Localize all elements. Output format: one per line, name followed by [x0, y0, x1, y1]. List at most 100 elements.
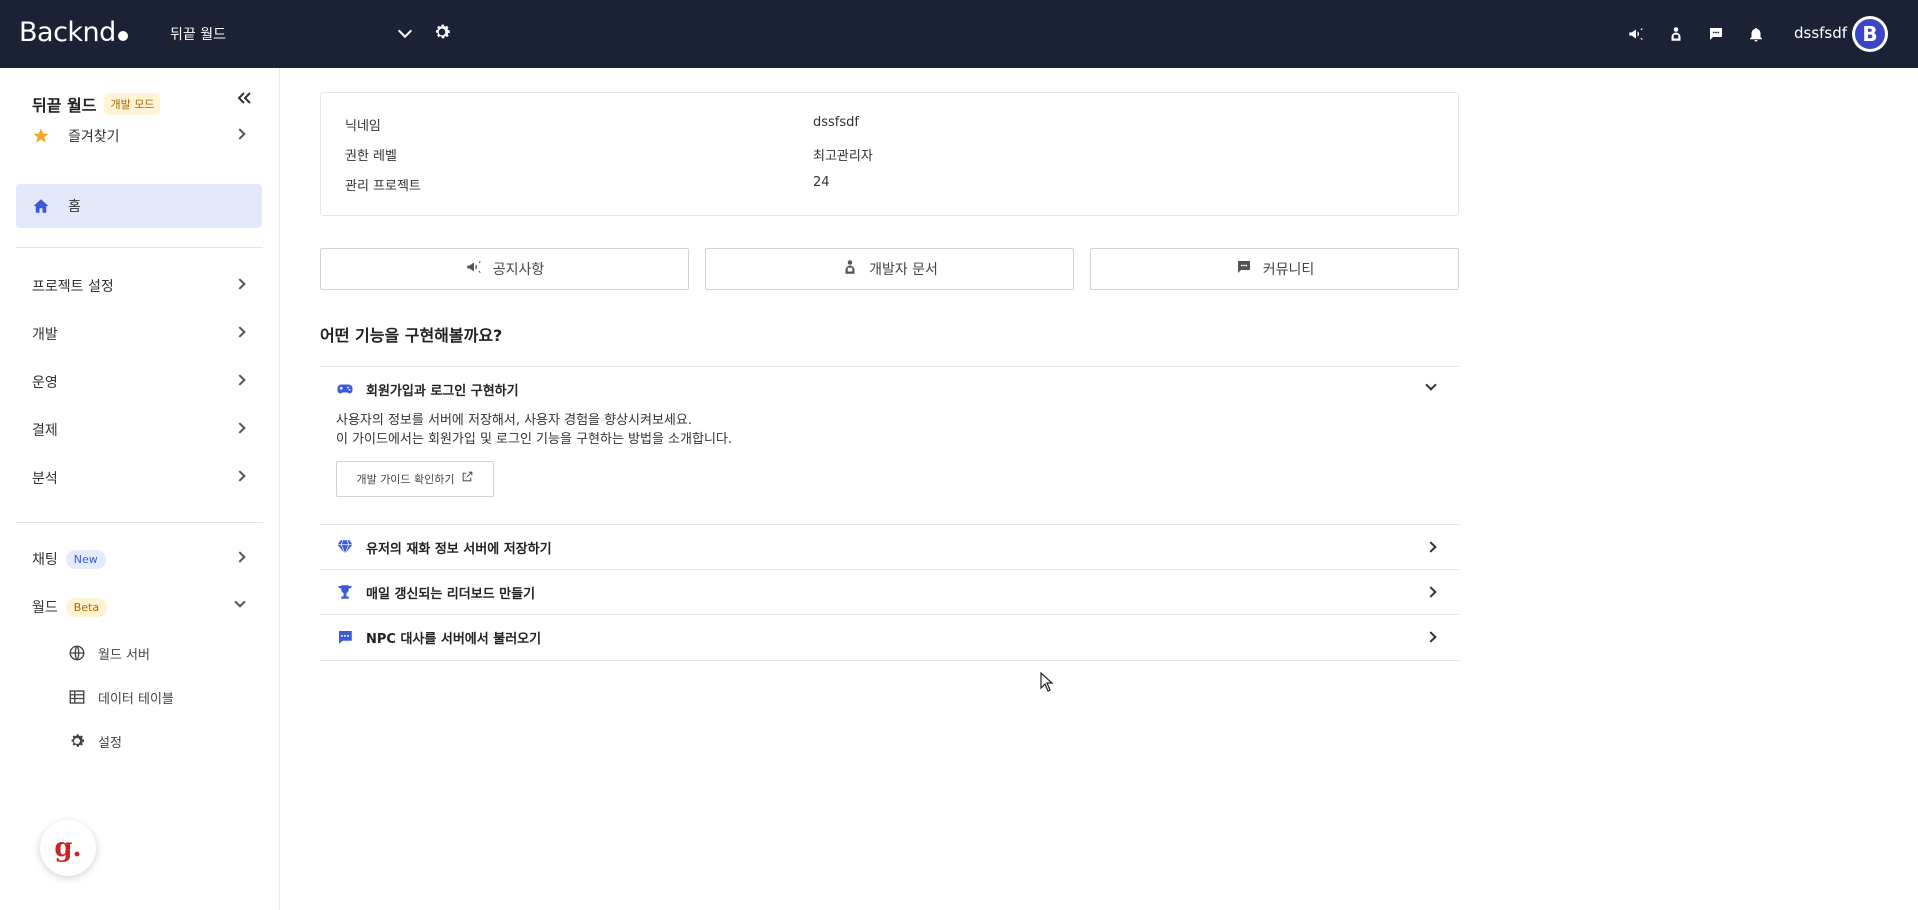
table-icon: [68, 688, 86, 706]
sidebar-item-chat[interactable]: 채팅 New: [16, 537, 262, 581]
megaphone-icon[interactable]: [1624, 20, 1648, 48]
dialog-icon: [336, 628, 356, 646]
chevron-right-icon: [234, 128, 246, 140]
profile-row-projects: 관리 프로젝트 24: [345, 175, 830, 194]
notice-button[interactable]: 공지사항: [320, 248, 689, 290]
gamepad-icon: [336, 380, 356, 398]
sidebar-item-project-settings[interactable]: 프로젝트 설정: [16, 264, 262, 308]
chat-icon[interactable]: [1704, 20, 1728, 48]
feature-accordion-leaderboard: 매일 갱신되는 리더보드 만들기: [320, 569, 1459, 614]
project-name: 뒤끝 월드: [170, 27, 226, 43]
dev-mode-badge: 개발 모드: [104, 93, 161, 115]
home-icon: [32, 197, 52, 215]
chevron-right-icon: [1425, 541, 1437, 553]
avatar[interactable]: B: [1852, 16, 1888, 52]
sidebar-subitem-data-table[interactable]: 데이터 테이블: [68, 682, 174, 712]
sidebar-item-label: 월드: [32, 600, 58, 616]
backnd-logo[interactable]: Backnd: [19, 17, 128, 48]
feature-title: 유저의 재화 정보 서버에 저장하기: [366, 541, 552, 557]
accordion-bottom-divider: [320, 660, 1459, 661]
feature-title: NPC 대사를 서버에서 불러오기: [366, 631, 542, 647]
feature-title: 매일 갱신되는 리더보드 만들기: [366, 586, 536, 602]
chevron-right-icon: [1425, 586, 1437, 598]
sidebar-subitem-label: 설정: [98, 735, 122, 751]
chevron-down-icon: [234, 596, 246, 608]
beta-badge: Beta: [65, 597, 108, 617]
feature-header[interactable]: 회원가입과 로그인 구현하기: [320, 367, 1459, 411]
help-chat-button[interactable]: g.: [40, 820, 96, 876]
sidebar-divider: [16, 522, 263, 523]
feature-title: 회원가입과 로그인 구현하기: [366, 383, 519, 399]
feature-desc: 이 가이드에서는 회원가입 및 로그인 기능을 구현하는 방법을 소개합니다.: [336, 432, 732, 447]
trophy-icon: [336, 583, 356, 601]
chevron-right-icon: [1425, 631, 1437, 643]
chevron-right-icon: [234, 278, 246, 290]
gear-icon: [68, 732, 86, 750]
sidebar-divider: [16, 247, 263, 248]
sidebar-item-label: 즐겨찾기: [68, 129, 120, 145]
dev-guide-button[interactable]: 개발 가이드 확인하기: [336, 461, 494, 497]
sidebar-item-payment[interactable]: 결제: [16, 408, 262, 452]
sidebar-subitem-label: 월드 서버: [98, 647, 150, 663]
profile-value: 24: [813, 175, 830, 190]
chevron-right-icon: [234, 551, 246, 563]
mouse-cursor-icon: [1040, 671, 1054, 696]
chevron-right-icon: [234, 470, 246, 482]
sidebar-item-home[interactable]: 홈: [16, 184, 262, 228]
sidebar-item-world[interactable]: 월드 Beta: [16, 585, 262, 629]
project-settings-gear-icon[interactable]: [430, 22, 454, 46]
sidebar-subitem-label: 데이터 테이블: [98, 691, 174, 707]
external-link-icon: [461, 470, 474, 489]
sidebar: 뒤끝 월드 개발 모드 즐겨찾기 홈 프로젝트 설정 개발 운영 결제 분석 채…: [0, 68, 280, 910]
sidebar-item-label: 분석: [32, 471, 58, 487]
chevron-down-icon: [397, 23, 413, 39]
bell-icon[interactable]: [1744, 20, 1768, 48]
profile-key: 닉네임: [345, 119, 381, 134]
profile-value: 최고관리자: [813, 149, 873, 164]
sidebar-item-favorites[interactable]: 즐겨찾기: [16, 114, 262, 158]
profile-key: 관리 프로젝트: [345, 179, 421, 194]
sidebar-item-label: 운영: [32, 375, 58, 391]
feature-accordion-npc-dialog: NPC 대사를 서버에서 불러오기: [320, 614, 1459, 659]
star-icon: [32, 127, 52, 145]
logo-text: Backnd: [19, 17, 116, 48]
sidebar-subitem-world-server[interactable]: 월드 서버: [68, 638, 150, 668]
sidebar-item-analytics[interactable]: 분석: [16, 456, 262, 500]
sidebar-subitem-settings[interactable]: 설정: [68, 726, 122, 756]
username[interactable]: dssfsdf: [1794, 24, 1847, 42]
chevron-down-icon: [1425, 379, 1437, 391]
feature-header[interactable]: 유저의 재화 정보 서버에 저장하기: [320, 525, 1459, 569]
feature-body: 사용자의 정보를 서버에 저장해서, 사용자 경험을 향상시켜보세요. 이 가이…: [320, 411, 1459, 497]
chevron-right-icon: [234, 374, 246, 386]
sidebar-item-label: 개발: [32, 327, 58, 343]
feature-header[interactable]: NPC 대사를 서버에서 불러오기: [320, 615, 1459, 659]
avatar-letter: B: [1855, 19, 1885, 49]
community-button[interactable]: 커뮤니티: [1090, 248, 1459, 290]
feature-accordion-currency: 유저의 재화 정보 서버에 저장하기: [320, 524, 1459, 569]
sidebar-item-label: 채팅: [32, 552, 58, 568]
chevron-right-icon: [234, 422, 246, 434]
profile-key: 권한 레벨: [345, 149, 397, 164]
collapse-sidebar-icon[interactable]: [236, 90, 252, 111]
developer-docs-icon[interactable]: [1664, 20, 1688, 48]
sidebar-title-text: 뒤끝 월드: [32, 96, 97, 115]
project-selector[interactable]: 뒤끝 월드: [170, 22, 413, 46]
profile-row-nickname: 닉네임 dssfsdf: [345, 115, 859, 134]
diamond-icon: [336, 538, 356, 556]
developer-docs-label: 개발자 문서: [869, 262, 938, 278]
profile-row-permission: 권한 레벨 최고관리자: [345, 145, 873, 164]
logo-dot: [117, 30, 128, 41]
sidebar-item-operation[interactable]: 운영: [16, 360, 262, 404]
developer-docs-button[interactable]: 개발자 문서: [705, 248, 1074, 290]
feature-header[interactable]: 매일 갱신되는 리더보드 만들기: [320, 570, 1459, 614]
chat-icon: [1235, 258, 1253, 280]
developer-docs-icon: [841, 258, 859, 280]
header-icons: [1624, 20, 1768, 48]
dev-guide-label: 개발 가이드 확인하기: [356, 472, 455, 486]
community-label: 커뮤니티: [1262, 262, 1315, 278]
sidebar-item-label: 결제: [32, 423, 58, 439]
chevron-right-icon: [234, 326, 246, 338]
sidebar-item-label: 홈: [68, 199, 81, 215]
feature-accordion-signup: 회원가입과 로그인 구현하기 사용자의 정보를 서버에 저장해서, 사용자 경험…: [320, 366, 1459, 497]
sidebar-item-development[interactable]: 개발: [16, 312, 262, 356]
